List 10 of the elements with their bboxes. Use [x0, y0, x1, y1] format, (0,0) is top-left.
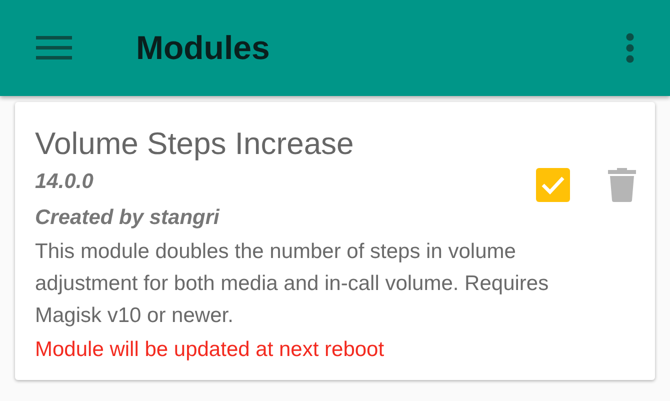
module-name: Volume Steps Increase [35, 125, 354, 163]
update-notice: Module will be updated at next reboot [35, 337, 386, 363]
menu-icon[interactable] [36, 36, 72, 60]
module-version: 14.0.0 [35, 169, 94, 195]
delete-icon[interactable] [608, 168, 636, 202]
more-options-icon[interactable] [626, 33, 634, 63]
module-description: This module doubles the number of steps in volume adjustment for both media and in-call volume. Requires Magisk v10 or newer. [35, 239, 550, 329]
module-author: Created by stangri [35, 205, 220, 231]
enable-checkbox[interactable] [536, 168, 570, 202]
app-title: Modules [136, 29, 271, 67]
